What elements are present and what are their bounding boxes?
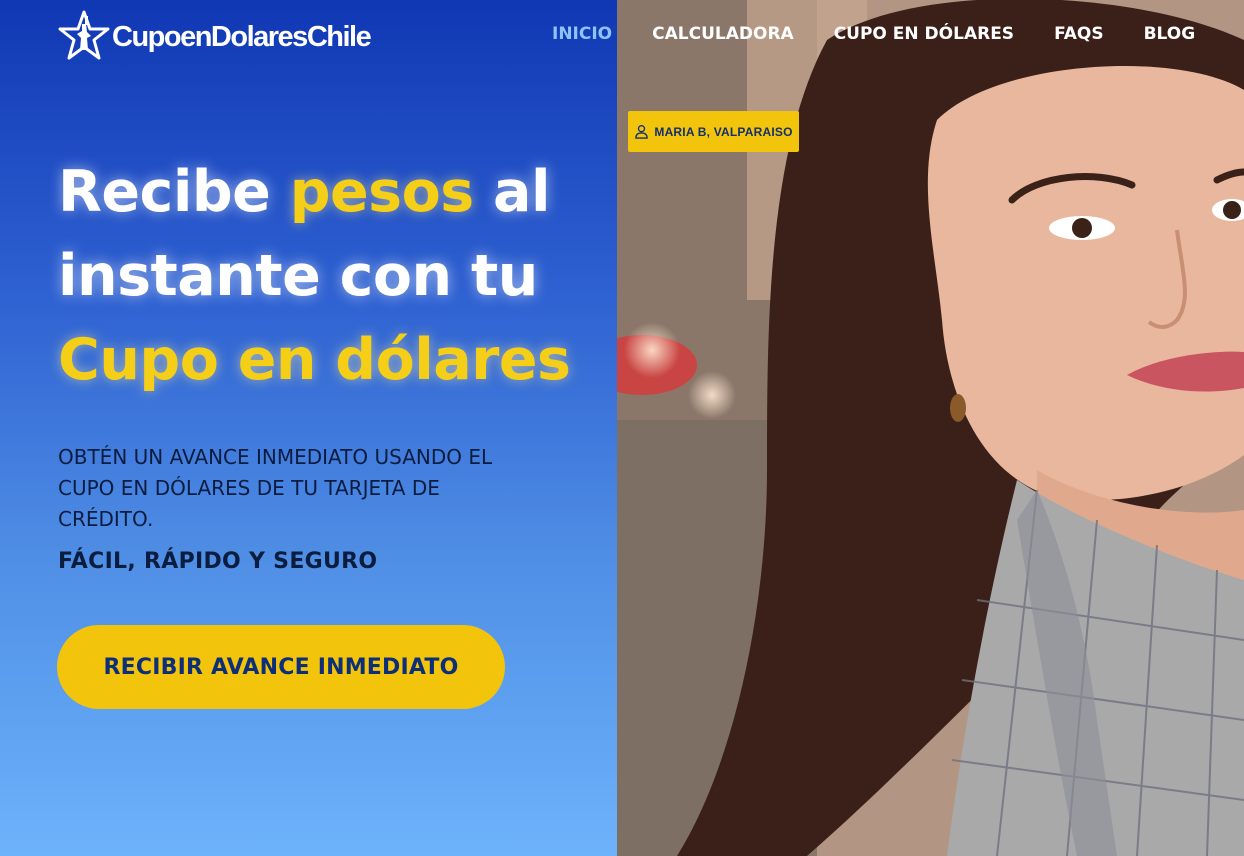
nav-item-cupo-en-dolares[interactable]: CUPO EN DÓLARES: [834, 24, 1014, 44]
brand-logo[interactable]: CupoenDolaresChile: [58, 10, 372, 62]
testimonial-name-badge: MARIA B, VALPARAISO: [628, 111, 799, 152]
nav-item-blog[interactable]: BLOG: [1144, 24, 1196, 44]
testimonial-name: MARIA B, VALPARAISO: [654, 124, 793, 139]
user-icon: [635, 125, 649, 139]
main-nav: INICIO CALCULADORA CUPO EN DÓLARES FAQS …: [552, 24, 1195, 44]
headline-line2: instante con tu: [58, 243, 538, 309]
brand-name: CupoenDolaresChile: [112, 20, 372, 53]
headline-al: al: [473, 159, 551, 225]
nav-item-faqs[interactable]: FAQS: [1054, 24, 1104, 44]
headline-line3: Cupo en dólares: [58, 327, 571, 393]
receive-advance-button[interactable]: RECIBIR AVANCE INMEDIATO: [57, 625, 505, 709]
statue-of-liberty-star-icon: [58, 10, 110, 60]
hero-headline: Recibe pesos al instante con tu Cupo en dó…: [58, 150, 571, 402]
nav-item-calculadora[interactable]: CALCULADORA: [652, 24, 794, 44]
headline-recibe: Recibe: [58, 159, 290, 225]
headline-pesos: pesos: [289, 159, 474, 225]
hero-left-panel: [0, 0, 617, 856]
nav-item-inicio[interactable]: INICIO: [552, 24, 612, 44]
hero-subtitle: OBTÉN UN AVANCE INMEDIATO USANDO EL CUPO…: [58, 445, 493, 531]
hero-tagline: FÁCIL, RÁPIDO Y SEGURO: [58, 549, 378, 574]
